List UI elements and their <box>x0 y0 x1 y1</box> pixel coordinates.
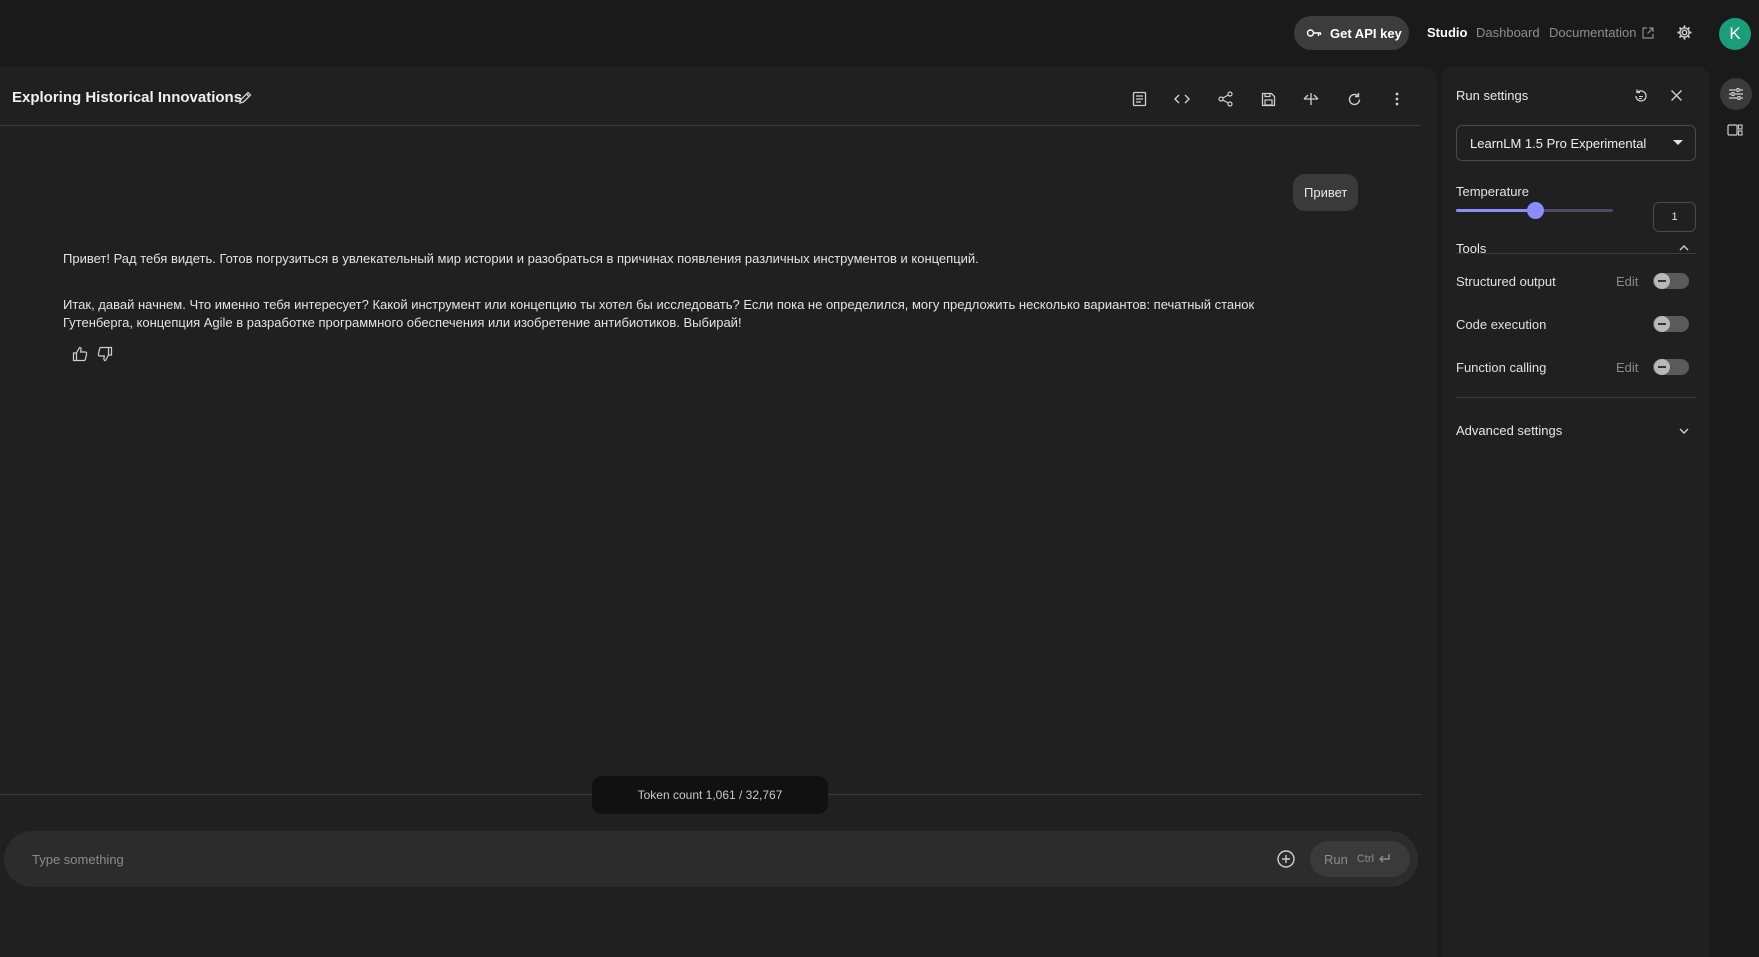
add-circle-icon[interactable] <box>1276 849 1296 869</box>
run-button[interactable]: Run Ctrl <box>1310 841 1410 877</box>
function-calling-toggle[interactable] <box>1653 359 1689 375</box>
run-settings-title: Run settings <box>1456 88 1529 103</box>
user-message: Привет <box>1293 174 1359 211</box>
run-label: Run <box>1324 851 1348 867</box>
caret-down-icon <box>1673 140 1683 145</box>
nav-documentation-label: Documentation <box>1549 25 1637 40</box>
tool-structured-output: Structured output Edit <box>1456 271 1697 291</box>
chevron-up-icon[interactable] <box>1679 245 1689 251</box>
tune-icon[interactable] <box>1720 78 1752 110</box>
tool-edit-link[interactable]: Edit <box>1616 360 1638 375</box>
temperature-slider[interactable] <box>1456 202 1613 219</box>
divider <box>1456 253 1697 254</box>
temperature-label: Temperature <box>1456 184 1529 199</box>
tool-function-calling: Function calling Edit <box>1456 357 1697 377</box>
model-select-value: LearnLM 1.5 Pro Experimental <box>1470 135 1647 151</box>
refresh-icon[interactable] <box>1345 90 1363 108</box>
chat-header: Exploring Historical Innovations <box>0 66 1420 126</box>
enter-key-icon <box>1377 853 1391 865</box>
slider-thumb[interactable] <box>1526 202 1544 219</box>
header-toolbar <box>1130 90 1406 108</box>
get-api-key-button[interactable]: Get API key <box>1294 16 1409 50</box>
save-icon[interactable] <box>1259 90 1277 108</box>
right-rail <box>1710 66 1759 957</box>
tool-name: Structured output <box>1456 273 1556 289</box>
more-vert-icon[interactable] <box>1388 90 1406 108</box>
model-message: Привет! Рад тебя видеть. Готов погрузить… <box>63 250 1313 360</box>
page-title: Exploring Historical Innovations <box>12 89 243 106</box>
avatar[interactable]: K <box>1719 18 1751 50</box>
prompt-input[interactable] <box>32 847 1232 871</box>
tools-heading[interactable]: Tools <box>1456 241 1486 256</box>
toggle-knob <box>1654 359 1670 375</box>
top-bar: Get API key Studio Dashboard Documentati… <box>0 0 1759 66</box>
token-count: Token count 1,061 / 32,767 <box>592 776 828 814</box>
thumbs-down-icon[interactable] <box>97 346 113 362</box>
share-icon[interactable] <box>1216 90 1234 108</box>
external-link-icon <box>1642 26 1655 39</box>
chevron-down-icon[interactable] <box>1679 428 1689 434</box>
model-select[interactable]: LearnLM 1.5 Pro Experimental <box>1456 125 1696 161</box>
code-execution-toggle[interactable] <box>1653 316 1689 332</box>
prompt-bar: Run Ctrl <box>4 831 1418 887</box>
get-api-key-label: Get API key <box>1330 25 1402 41</box>
tool-edit-link[interactable]: Edit <box>1616 274 1638 289</box>
compare-icon[interactable] <box>1302 90 1320 108</box>
run-shortcut-label: Ctrl <box>1356 853 1374 865</box>
code-icon[interactable] <box>1173 90 1191 108</box>
toggle-knob <box>1654 273 1670 289</box>
model-message-paragraph: Привет! Рад тебя видеть. Готов погрузить… <box>63 251 979 266</box>
nav-dashboard[interactable]: Dashboard <box>1476 25 1540 40</box>
run-settings-panel: Run settings LearnLM 1.5 Pro Experimenta… <box>1441 66 1710 957</box>
model-message-paragraph: Итак, давай начнем. Что именно тебя инте… <box>63 297 1255 330</box>
temperature-input[interactable]: 1 <box>1653 202 1696 232</box>
advanced-settings-heading[interactable]: Advanced settings <box>1456 423 1562 438</box>
thumbs-up-icon[interactable] <box>72 346 88 362</box>
chat-panel: Exploring Historical Innovations Привет … <box>0 66 1437 957</box>
key-icon <box>1306 25 1322 41</box>
tool-name: Code execution <box>1456 316 1547 332</box>
media-panel-icon[interactable] <box>1722 117 1748 143</box>
notes-icon[interactable] <box>1130 90 1148 108</box>
slider-fill <box>1456 209 1535 212</box>
structured-output-toggle[interactable] <box>1653 273 1689 289</box>
run-shortcut: Ctrl <box>1357 853 1391 865</box>
nav-documentation[interactable]: Documentation <box>1549 25 1655 40</box>
tool-name: Function calling <box>1456 359 1547 375</box>
pencil-icon[interactable] <box>238 91 252 105</box>
gear-icon[interactable] <box>1676 24 1693 41</box>
nav-studio[interactable]: Studio <box>1427 25 1467 40</box>
tool-code-execution: Code execution <box>1456 314 1697 334</box>
divider <box>1456 397 1697 398</box>
feedback-buttons <box>72 346 113 362</box>
close-icon[interactable] <box>1670 89 1683 102</box>
toggle-knob <box>1654 316 1670 332</box>
reset-icon[interactable] <box>1633 88 1649 104</box>
